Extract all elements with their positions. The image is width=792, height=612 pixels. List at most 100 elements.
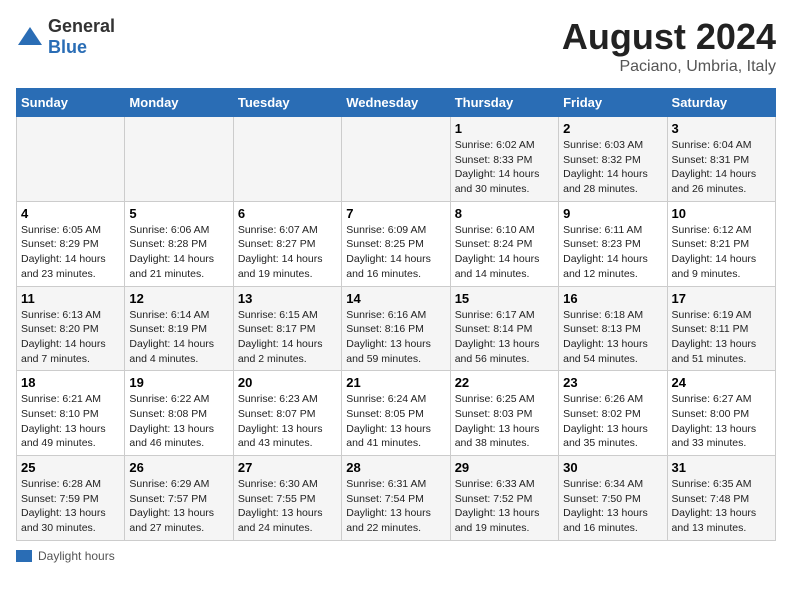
day-info: Sunrise: 6:05 AM Sunset: 8:29 PM Dayligh… xyxy=(21,223,120,282)
day-number: 28 xyxy=(346,460,445,475)
day-info: Sunrise: 6:14 AM Sunset: 8:19 PM Dayligh… xyxy=(129,308,228,367)
calendar-cell: 7 Sunrise: 6:09 AM Sunset: 8:25 PM Daylig… xyxy=(342,201,450,286)
day-info: Sunrise: 6:25 AM Sunset: 8:03 PM Dayligh… xyxy=(455,392,554,451)
day-info: Sunrise: 6:04 AM Sunset: 8:31 PM Dayligh… xyxy=(672,138,771,197)
calendar-cell: 19 Sunrise: 6:22 AM Sunset: 8:08 PM Dayli… xyxy=(125,371,233,456)
logo-icon xyxy=(16,23,44,51)
day-number: 9 xyxy=(563,206,662,221)
week-row: 25 Sunrise: 6:28 AM Sunset: 7:59 PM Dayli… xyxy=(17,456,776,541)
day-info: Sunrise: 6:19 AM Sunset: 8:11 PM Dayligh… xyxy=(672,308,771,367)
calendar-cell: 13Sunrise: 6:15 AM Sunset: 8:17 PM Dayli… xyxy=(233,286,341,371)
calendar-cell: 25 Sunrise: 6:28 AM Sunset: 7:59 PM Dayli… xyxy=(17,456,125,541)
header-cell-thursday: Thursday xyxy=(450,89,558,117)
day-info: Sunrise: 6:34 AM Sunset: 7:50 PM Dayligh… xyxy=(563,477,662,536)
day-number: 23 xyxy=(563,375,662,390)
day-info: Sunrise: 6:29 AM Sunset: 7:57 PM Dayligh… xyxy=(129,477,228,536)
day-number: 17 xyxy=(672,291,771,306)
header-cell-sunday: Sunday xyxy=(17,89,125,117)
day-number: 26 xyxy=(129,460,228,475)
day-info: Sunrise: 6:23 AM Sunset: 8:07 PM Dayligh… xyxy=(238,392,337,451)
calendar-cell: 4 Sunrise: 6:05 AM Sunset: 8:29 PM Daylig… xyxy=(17,201,125,286)
calendar-cell: 27Sunrise: 6:30 AM Sunset: 7:55 PM Dayli… xyxy=(233,456,341,541)
day-info: Sunrise: 6:10 AM Sunset: 8:24 PM Dayligh… xyxy=(455,223,554,282)
title-section: August 2024 Paciano, Umbria, Italy xyxy=(562,16,776,76)
day-info: Sunrise: 6:27 AM Sunset: 8:00 PM Dayligh… xyxy=(672,392,771,451)
calendar-cell: 28 Sunrise: 6:31 AM Sunset: 7:54 PM Dayli… xyxy=(342,456,450,541)
logo-text-blue: Blue xyxy=(48,37,87,57)
day-number: 14 xyxy=(346,291,445,306)
page-header: General Blue August 2024 Paciano, Umbria… xyxy=(16,16,776,76)
day-info: Sunrise: 6:33 AM Sunset: 7:52 PM Dayligh… xyxy=(455,477,554,536)
calendar-cell: 12 Sunrise: 6:14 AM Sunset: 8:19 PM Dayli… xyxy=(125,286,233,371)
day-number: 22 xyxy=(455,375,554,390)
day-number: 2 xyxy=(563,121,662,136)
day-info: Sunrise: 6:11 AM Sunset: 8:23 PM Dayligh… xyxy=(563,223,662,282)
calendar-cell: 5 Sunrise: 6:06 AM Sunset: 8:28 PM Daylig… xyxy=(125,201,233,286)
calendar-cell: 31Sunrise: 6:35 AM Sunset: 7:48 PM Dayli… xyxy=(667,456,775,541)
day-number: 7 xyxy=(346,206,445,221)
day-number: 8 xyxy=(455,206,554,221)
day-info: Sunrise: 6:35 AM Sunset: 7:48 PM Dayligh… xyxy=(672,477,771,536)
day-number: 10 xyxy=(672,206,771,221)
calendar-cell: 26 Sunrise: 6:29 AM Sunset: 7:57 PM Dayli… xyxy=(125,456,233,541)
day-info: Sunrise: 6:09 AM Sunset: 8:25 PM Dayligh… xyxy=(346,223,445,282)
calendar-cell: 30 Sunrise: 6:34 AM Sunset: 7:50 PM Dayli… xyxy=(559,456,667,541)
day-info: Sunrise: 6:24 AM Sunset: 8:05 PM Dayligh… xyxy=(346,392,445,451)
week-row: 1 Sunrise: 6:02 AM Sunset: 8:33 PM Daylig… xyxy=(17,117,776,202)
day-number: 11 xyxy=(21,291,120,306)
calendar-cell: 29Sunrise: 6:33 AM Sunset: 7:52 PM Dayli… xyxy=(450,456,558,541)
day-info: Sunrise: 6:30 AM Sunset: 7:55 PM Dayligh… xyxy=(238,477,337,536)
calendar-cell xyxy=(17,117,125,202)
legend-label: Daylight hours xyxy=(38,549,115,563)
day-number: 30 xyxy=(563,460,662,475)
day-number: 1 xyxy=(455,121,554,136)
calendar-cell: 8 Sunrise: 6:10 AM Sunset: 8:24 PM Daylig… xyxy=(450,201,558,286)
calendar-cell: 21Sunrise: 6:24 AM Sunset: 8:05 PM Dayli… xyxy=(342,371,450,456)
calendar-cell: 3Sunrise: 6:04 AM Sunset: 8:31 PM Daylig… xyxy=(667,117,775,202)
header-cell-tuesday: Tuesday xyxy=(233,89,341,117)
day-info: Sunrise: 6:26 AM Sunset: 8:02 PM Dayligh… xyxy=(563,392,662,451)
calendar-cell: 20 Sunrise: 6:23 AM Sunset: 8:07 PM Dayli… xyxy=(233,371,341,456)
day-info: Sunrise: 6:03 AM Sunset: 8:32 PM Dayligh… xyxy=(563,138,662,197)
calendar-cell: 18Sunrise: 6:21 AM Sunset: 8:10 PM Dayli… xyxy=(17,371,125,456)
calendar-cell xyxy=(233,117,341,202)
day-info: Sunrise: 6:15 AM Sunset: 8:17 PM Dayligh… xyxy=(238,308,337,367)
day-info: Sunrise: 6:13 AM Sunset: 8:20 PM Dayligh… xyxy=(21,308,120,367)
header-cell-wednesday: Wednesday xyxy=(342,89,450,117)
subtitle: Paciano, Umbria, Italy xyxy=(562,58,776,76)
day-info: Sunrise: 6:31 AM Sunset: 7:54 PM Dayligh… xyxy=(346,477,445,536)
day-number: 4 xyxy=(21,206,120,221)
header-row: SundayMondayTuesdayWednesdayThursdayFrid… xyxy=(17,89,776,117)
calendar-cell: 11 Sunrise: 6:13 AM Sunset: 8:20 PM Dayli… xyxy=(17,286,125,371)
day-info: Sunrise: 6:16 AM Sunset: 8:16 PM Dayligh… xyxy=(346,308,445,367)
calendar-cell: 2 Sunrise: 6:03 AM Sunset: 8:32 PM Daylig… xyxy=(559,117,667,202)
week-row: 4 Sunrise: 6:05 AM Sunset: 8:29 PM Daylig… xyxy=(17,201,776,286)
day-number: 20 xyxy=(238,375,337,390)
day-number: 15 xyxy=(455,291,554,306)
day-number: 25 xyxy=(21,460,120,475)
calendar-cell: 23 Sunrise: 6:26 AM Sunset: 8:02 PM Dayli… xyxy=(559,371,667,456)
day-info: Sunrise: 6:22 AM Sunset: 8:08 PM Dayligh… xyxy=(129,392,228,451)
calendar-cell xyxy=(125,117,233,202)
header-cell-monday: Monday xyxy=(125,89,233,117)
day-info: Sunrise: 6:17 AM Sunset: 8:14 PM Dayligh… xyxy=(455,308,554,367)
footer: Daylight hours xyxy=(16,549,776,563)
day-info: Sunrise: 6:28 AM Sunset: 7:59 PM Dayligh… xyxy=(21,477,120,536)
day-info: Sunrise: 6:21 AM Sunset: 8:10 PM Dayligh… xyxy=(21,392,120,451)
logo: General Blue xyxy=(16,16,115,58)
week-row: 18Sunrise: 6:21 AM Sunset: 8:10 PM Dayli… xyxy=(17,371,776,456)
header-cell-saturday: Saturday xyxy=(667,89,775,117)
week-row: 11 Sunrise: 6:13 AM Sunset: 8:20 PM Dayli… xyxy=(17,286,776,371)
day-number: 5 xyxy=(129,206,228,221)
calendar-cell: 24 Sunrise: 6:27 AM Sunset: 8:00 PM Dayli… xyxy=(667,371,775,456)
header-cell-friday: Friday xyxy=(559,89,667,117)
calendar-cell: 16Sunrise: 6:18 AM Sunset: 8:13 PM Dayli… xyxy=(559,286,667,371)
day-info: Sunrise: 6:02 AM Sunset: 8:33 PM Dayligh… xyxy=(455,138,554,197)
day-number: 19 xyxy=(129,375,228,390)
day-info: Sunrise: 6:06 AM Sunset: 8:28 PM Dayligh… xyxy=(129,223,228,282)
day-number: 12 xyxy=(129,291,228,306)
calendar-cell: 22 Sunrise: 6:25 AM Sunset: 8:03 PM Dayli… xyxy=(450,371,558,456)
day-number: 24 xyxy=(672,375,771,390)
calendar-cell: 9 Sunrise: 6:11 AM Sunset: 8:23 PM Daylig… xyxy=(559,201,667,286)
day-number: 6 xyxy=(238,206,337,221)
